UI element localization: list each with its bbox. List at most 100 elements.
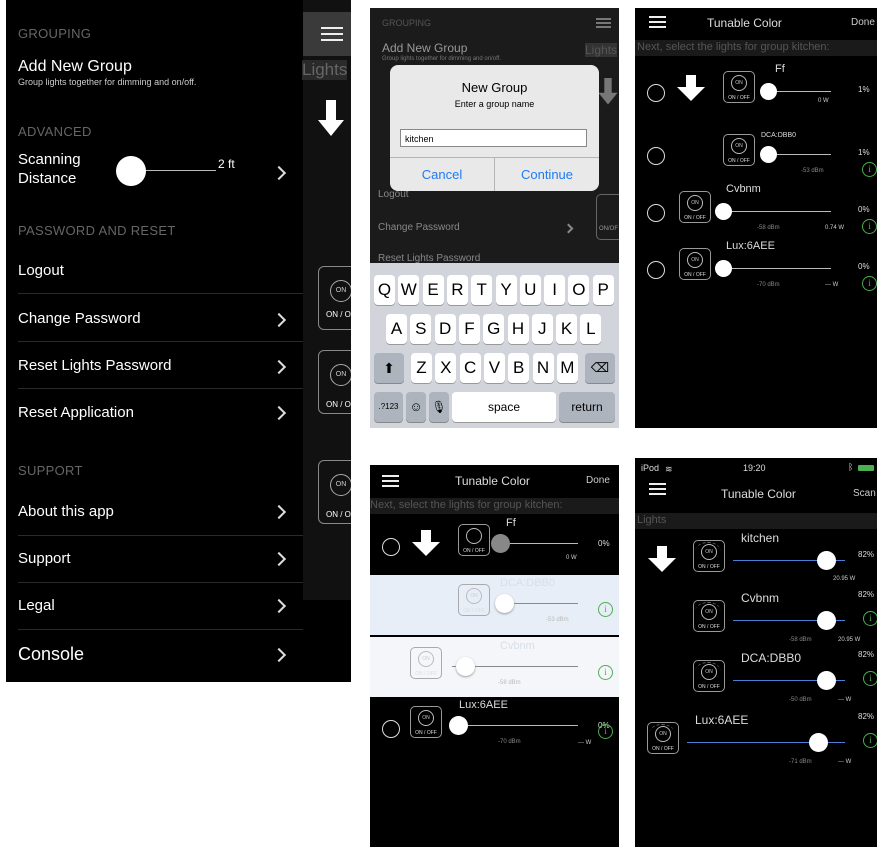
cancel-button[interactable]: Cancel: [390, 167, 494, 182]
return-key[interactable]: return: [559, 392, 615, 422]
info-icon[interactable]: i: [862, 219, 877, 234]
change-password-item[interactable]: Change Password: [18, 310, 141, 327]
hamburger-menu-icon[interactable]: [382, 475, 399, 487]
light-name: DCA:DBB0: [500, 577, 556, 589]
key-w[interactable]: W: [398, 275, 420, 305]
brightness-slider[interactable]: [760, 146, 777, 163]
brightness-slider[interactable]: [816, 551, 836, 570]
key-l[interactable]: L: [580, 314, 602, 344]
info-icon[interactable]: i: [863, 671, 877, 686]
select-light-radio[interactable]: [647, 147, 665, 165]
info-icon[interactable]: i: [598, 724, 613, 739]
scan-button[interactable]: Scan: [853, 488, 876, 499]
reset-lights-password-chevron-icon[interactable]: [271, 359, 287, 375]
key-b[interactable]: B: [508, 353, 530, 383]
key-x[interactable]: X: [435, 353, 457, 383]
select-light-radio[interactable]: [647, 204, 665, 222]
select-light-radio[interactable]: [647, 261, 665, 279]
done-button[interactable]: Done: [586, 475, 610, 486]
key-a[interactable]: A: [386, 314, 407, 344]
info-icon[interactable]: i: [863, 733, 877, 748]
select-light-radio[interactable]: [647, 84, 665, 102]
shift-key-icon[interactable]: ⬆: [374, 353, 404, 383]
brightness-slider[interactable]: [491, 534, 510, 553]
brightness-slider[interactable]: [714, 260, 732, 277]
key-g[interactable]: G: [483, 314, 505, 344]
brightness-slider[interactable]: [449, 716, 469, 735]
key-s[interactable]: S: [410, 314, 432, 344]
info-icon[interactable]: i: [598, 665, 613, 680]
brightness-slider[interactable]: [494, 594, 514, 613]
logout-item[interactable]: Logout: [18, 262, 64, 279]
key-d[interactable]: D: [434, 314, 456, 344]
info-icon[interactable]: i: [862, 276, 877, 291]
lamp-toggle-button[interactable]: ON ON / OFF: [679, 191, 711, 223]
lamp-toggle-button[interactable]: ON ON / OFF: [410, 647, 442, 679]
brightness-slider[interactable]: [816, 671, 836, 690]
key-z[interactable]: Z: [411, 353, 432, 383]
key-n[interactable]: N: [532, 353, 554, 383]
key-j[interactable]: J: [531, 314, 553, 344]
support-item[interactable]: Support: [18, 550, 71, 567]
select-light-radio[interactable]: [382, 720, 400, 738]
reset-lights-password-item[interactable]: Reset Lights Password: [18, 357, 171, 374]
brightness-slider[interactable]: [760, 83, 777, 100]
key-m[interactable]: M: [556, 353, 578, 383]
key-c[interactable]: C: [459, 353, 481, 383]
on-label: ON: [335, 371, 347, 378]
key-q[interactable]: Q: [374, 275, 395, 305]
hamburger-menu-icon[interactable]: [596, 18, 611, 28]
space-key[interactable]: space: [452, 392, 556, 422]
hamburger-menu-icon[interactable]: [649, 483, 666, 495]
dictation-key-icon[interactable]: 🎙: [429, 392, 449, 422]
scanning-chevron-icon[interactable]: [271, 165, 287, 181]
scanning-distance-slider[interactable]: [116, 156, 146, 186]
group-name-input[interactable]: kitchen: [400, 129, 587, 147]
key-r[interactable]: R: [446, 275, 468, 305]
info-icon[interactable]: i: [598, 602, 613, 617]
continue-button[interactable]: Continue: [495, 167, 599, 182]
lamp-toggle-button[interactable]: ON ON / OFF: [458, 584, 490, 616]
key-i[interactable]: I: [544, 275, 566, 305]
brightness-slider[interactable]: [808, 733, 828, 752]
brightness-slider[interactable]: [714, 203, 732, 220]
reset-application-item[interactable]: Reset Application: [18, 404, 134, 421]
key-k[interactable]: K: [556, 314, 578, 344]
hamburger-menu-icon[interactable]: [321, 27, 343, 41]
change-password-chevron-icon[interactable]: [271, 312, 287, 328]
console-item[interactable]: Console: [18, 644, 84, 665]
key-u[interactable]: U: [519, 275, 541, 305]
lamp-toggle-button[interactable]: ON ON / OFF: [410, 706, 442, 738]
key-v[interactable]: V: [483, 353, 505, 383]
add-new-group-title[interactable]: Add New Group: [18, 58, 132, 76]
lamp-toggle-button[interactable]: ON ON / OFF: [679, 248, 711, 280]
key-f[interactable]: F: [458, 314, 480, 344]
lamp-toggle-button[interactable]: ON / OFF: [458, 524, 490, 556]
about-app-item[interactable]: About this app: [18, 503, 114, 520]
key-h[interactable]: H: [507, 314, 529, 344]
key-p[interactable]: P: [592, 275, 614, 305]
key-t[interactable]: T: [471, 275, 493, 305]
done-button[interactable]: Done: [851, 17, 875, 28]
down-arrow-icon[interactable]: [648, 546, 676, 572]
hamburger-menu-icon[interactable]: [649, 16, 666, 28]
key-y[interactable]: Y: [495, 275, 517, 305]
select-light-radio[interactable]: [382, 538, 400, 556]
divider: [18, 388, 303, 389]
info-icon[interactable]: i: [862, 162, 877, 177]
lamp-toggle-button[interactable]: ON ON / OFF: [723, 71, 755, 103]
numbers-key[interactable]: .?123: [374, 392, 403, 422]
legal-item[interactable]: Legal: [18, 597, 55, 614]
reset-application-chevron-icon[interactable]: [271, 405, 287, 421]
alert-title: New Group: [461, 80, 528, 95]
down-arrow-icon[interactable]: [318, 100, 344, 138]
delete-key-icon[interactable]: ⌫: [585, 353, 615, 383]
emoji-key-icon[interactable]: ☺: [406, 392, 426, 422]
brightness-slider[interactable]: [816, 611, 836, 630]
add-new-group-description: Group lights together for dimming and on…: [18, 77, 197, 87]
brightness-slider[interactable]: [455, 657, 475, 676]
info-icon[interactable]: i: [863, 611, 877, 626]
key-o[interactable]: O: [568, 275, 590, 305]
key-e[interactable]: E: [422, 275, 444, 305]
lamp-toggle-button[interactable]: ON ON / OFF: [723, 134, 755, 166]
